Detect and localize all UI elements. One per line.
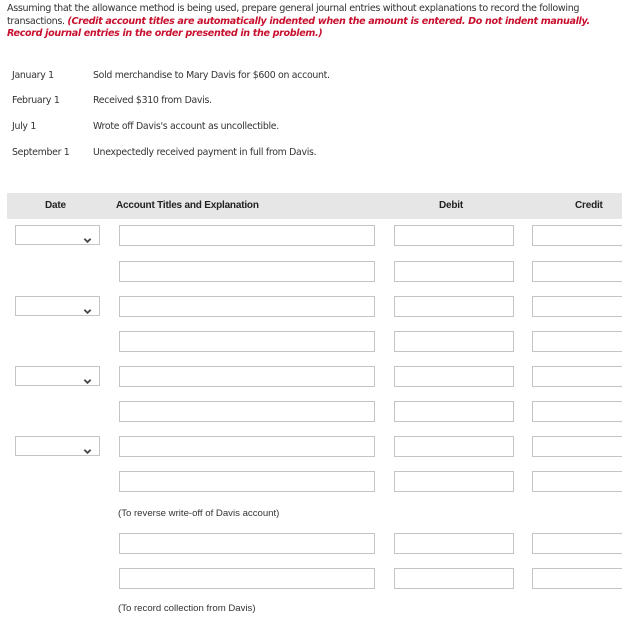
- account-input[interactable]: [119, 225, 375, 246]
- debit-input[interactable]: [394, 533, 514, 554]
- date-select[interactable]: [15, 366, 100, 386]
- entry-explanation: (To reverse write-off of Davis account): [118, 508, 280, 519]
- credit-input[interactable]: [532, 225, 622, 246]
- chevron-down-icon: [83, 441, 92, 455]
- account-input[interactable]: [119, 471, 375, 492]
- chevron-down-icon: [83, 230, 92, 244]
- date-select[interactable]: [15, 225, 100, 245]
- date-select[interactable]: [15, 296, 100, 316]
- debit-input[interactable]: [394, 261, 514, 282]
- credit-input[interactable]: [532, 568, 622, 589]
- header-account: Account Titles and Explanation: [116, 200, 259, 211]
- transaction-date: February 1: [12, 95, 60, 106]
- credit-input[interactable]: [532, 296, 622, 317]
- debit-input[interactable]: [394, 436, 514, 457]
- debit-input[interactable]: [394, 471, 514, 492]
- account-input[interactable]: [119, 436, 375, 457]
- chevron-down-icon: [83, 301, 92, 315]
- instructions-note: (Credit account titles are automatically…: [7, 15, 590, 40]
- debit-input[interactable]: [394, 225, 514, 246]
- chevron-down-icon: [83, 371, 92, 385]
- header-credit: Credit: [575, 200, 603, 211]
- header-debit: Debit: [439, 200, 464, 211]
- credit-input[interactable]: [532, 261, 622, 282]
- debit-input[interactable]: [394, 296, 514, 317]
- date-select[interactable]: [15, 436, 100, 456]
- credit-input[interactable]: [532, 533, 622, 554]
- credit-input[interactable]: [532, 331, 622, 352]
- account-input[interactable]: [119, 401, 375, 422]
- credit-input[interactable]: [532, 401, 622, 422]
- journal-table-header: Date Account Titles and Explanation Debi…: [7, 193, 622, 219]
- account-input[interactable]: [119, 331, 375, 352]
- account-input[interactable]: [119, 296, 375, 317]
- debit-input[interactable]: [394, 401, 514, 422]
- debit-input[interactable]: [394, 331, 514, 352]
- credit-input[interactable]: [532, 436, 622, 457]
- account-input[interactable]: [119, 533, 375, 554]
- debit-input[interactable]: [394, 366, 514, 387]
- credit-input[interactable]: [532, 366, 622, 387]
- account-input[interactable]: [119, 261, 375, 282]
- transaction-text: Wrote off Davis's account as uncollectib…: [93, 121, 279, 132]
- credit-input[interactable]: [532, 471, 622, 492]
- transaction-date: January 1: [12, 70, 54, 81]
- account-input[interactable]: [119, 568, 375, 589]
- debit-input[interactable]: [394, 568, 514, 589]
- transaction-text: Received $310 from Davis.: [93, 95, 212, 106]
- header-date: Date: [45, 200, 66, 211]
- transaction-date: September 1: [12, 147, 70, 158]
- transaction-text: Sold merchandise to Mary Davis for $600 …: [93, 70, 330, 81]
- transaction-date: July 1: [12, 121, 37, 132]
- account-input[interactable]: [119, 366, 375, 387]
- entry-explanation: (To record collection from Davis): [118, 603, 256, 614]
- instructions: Assuming that the allowance method is be…: [7, 3, 619, 41]
- transaction-text: Unexpectedly received payment in full fr…: [93, 147, 317, 158]
